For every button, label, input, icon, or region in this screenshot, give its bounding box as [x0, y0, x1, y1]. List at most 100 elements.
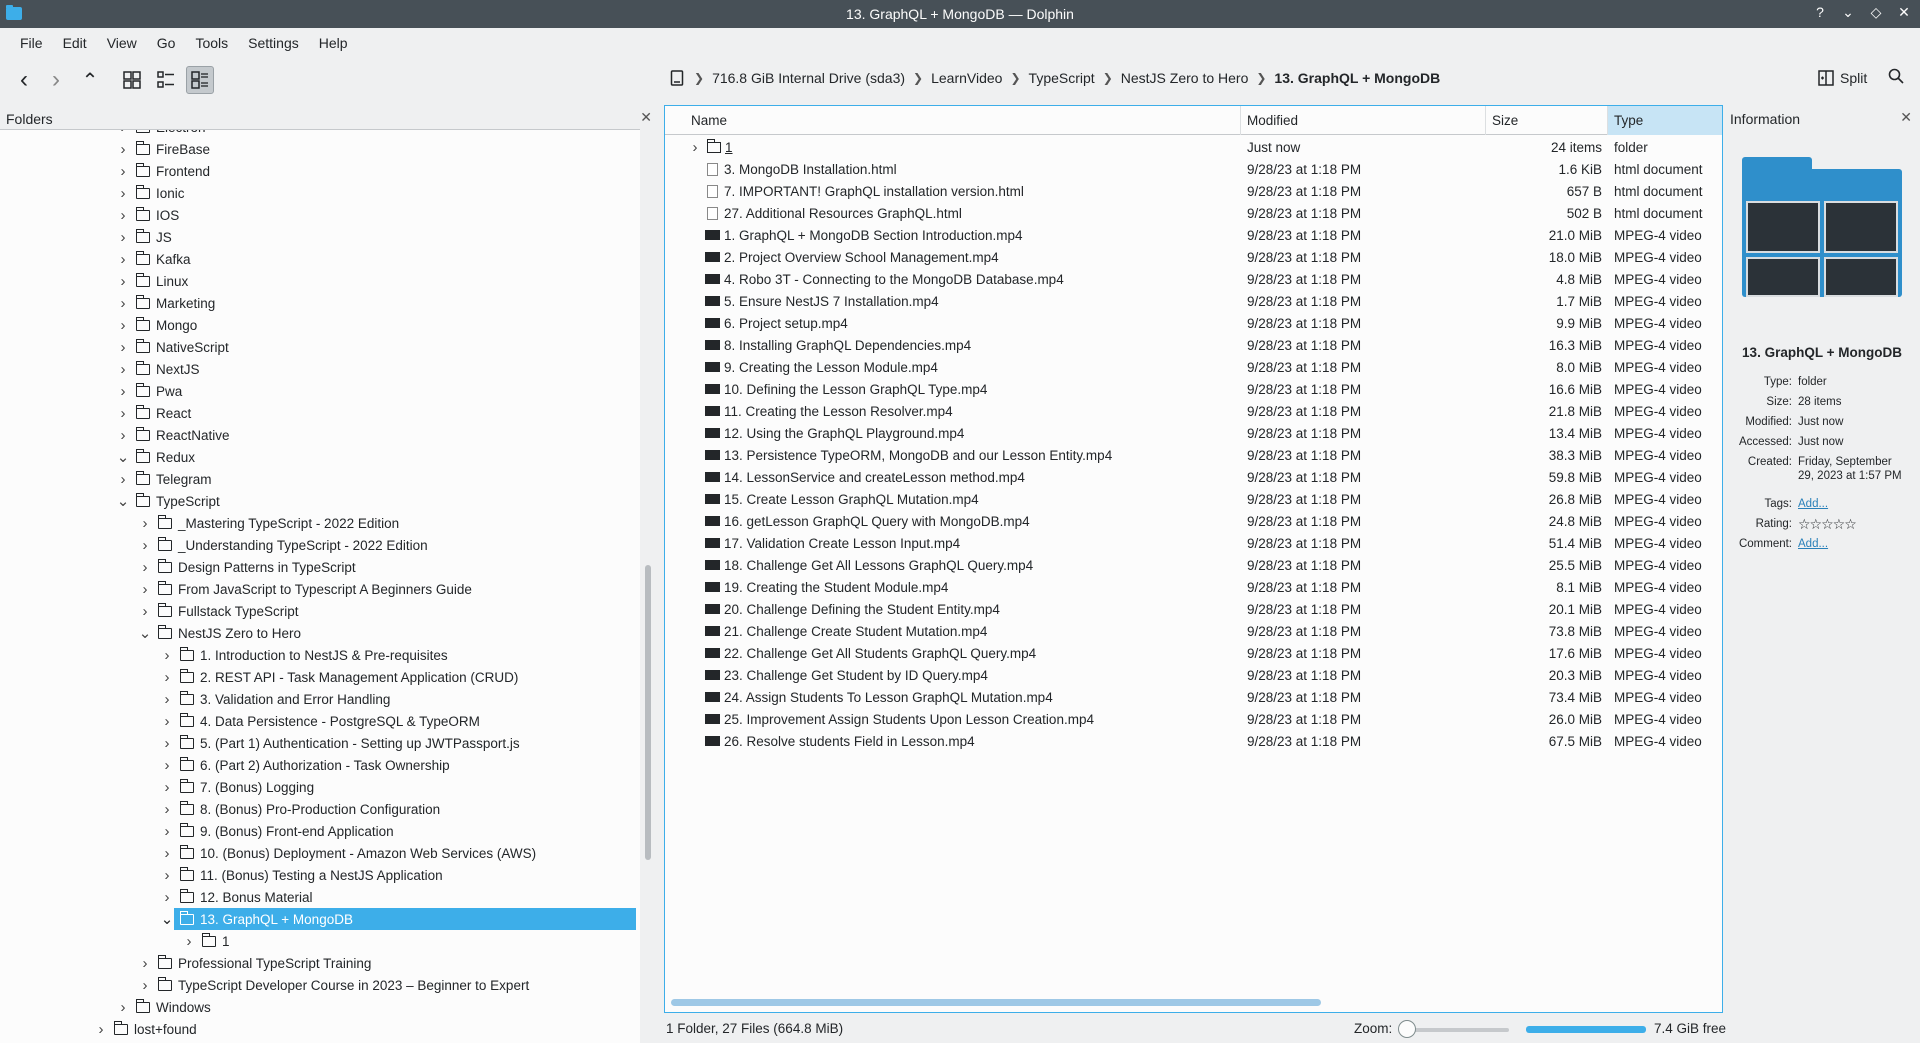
tree-item[interactable]: › Fullstack TypeScript: [0, 600, 640, 622]
chevron-right-icon[interactable]: ›: [160, 779, 174, 796]
tree-item[interactable]: › _Mastering TypeScript - 2022 Edition: [0, 512, 640, 534]
chevron-down-icon[interactable]: ⌄: [160, 910, 174, 928]
back-button[interactable]: ‹: [10, 66, 38, 94]
chevron-right-icon[interactable]: ›: [160, 713, 174, 730]
menu-help[interactable]: Help: [309, 35, 358, 51]
chevron-right-icon[interactable]: ›: [687, 139, 703, 156]
column-modified[interactable]: Modified: [1241, 106, 1486, 135]
file-row[interactable]: 26. Resolve students Field in Lesson.mp4…: [665, 730, 1722, 752]
tree-item[interactable]: › 12. Bonus Material: [0, 886, 640, 908]
zoom-slider-handle[interactable]: [1398, 1020, 1416, 1038]
tree-item[interactable]: › 1: [0, 930, 640, 952]
file-row[interactable]: 2. Project Overview School Management.mp…: [665, 246, 1722, 268]
menu-tools[interactable]: Tools: [185, 35, 238, 51]
tree-item[interactable]: › Windows: [0, 996, 640, 1018]
file-row[interactable]: 13. Persistence TypeORM, MongoDB and our…: [665, 444, 1722, 466]
chevron-right-icon[interactable]: ›: [160, 757, 174, 774]
chevron-right-icon[interactable]: ›: [116, 383, 130, 400]
chevron-right-icon[interactable]: ›: [160, 691, 174, 708]
menu-view[interactable]: View: [97, 35, 147, 51]
chevron-right-icon[interactable]: ›: [138, 581, 152, 598]
tree-item[interactable]: › _Understanding TypeScript - 2022 Editio…: [0, 534, 640, 556]
file-row[interactable]: 16. getLesson GraphQL Query with MongoDB…: [665, 510, 1722, 532]
chevron-right-icon[interactable]: ›: [116, 427, 130, 444]
icons-view-button[interactable]: [118, 66, 146, 94]
tree-item[interactable]: › 11. (Bonus) Testing a NestJS Applicatio…: [0, 864, 640, 886]
chevron-right-icon[interactable]: ›: [116, 361, 130, 378]
chevron-right-icon[interactable]: ›: [116, 471, 130, 488]
chevron-right-icon[interactable]: ›: [160, 735, 174, 752]
tree-item[interactable]: › 6. (Part 2) Authorization - Task Owners…: [0, 754, 640, 776]
file-row[interactable]: 21. Challenge Create Student Mutation.mp…: [665, 620, 1722, 642]
file-row[interactable]: 20. Challenge Defining the Student Entit…: [665, 598, 1722, 620]
close-icon[interactable]: ✕: [640, 109, 652, 126]
breadcrumb-typescript[interactable]: TypeScript: [1021, 70, 1103, 86]
file-row[interactable]: 23. Challenge Get Student by ID Query.mp…: [665, 664, 1722, 686]
tree-item[interactable]: › Electron: [0, 130, 640, 138]
menu-file[interactable]: File: [10, 35, 53, 51]
tree-item[interactable]: › TypeScript Developer Course in 2023 – B…: [0, 974, 640, 996]
breadcrumb-current[interactable]: 13. GraphQL + MongoDB: [1266, 70, 1448, 86]
tree-item[interactable]: › JS: [0, 226, 640, 248]
tree-item[interactable]: › Ionic: [0, 182, 640, 204]
file-row[interactable]: 5. Ensure NestJS 7 Installation.mp4 9/28/…: [665, 290, 1722, 312]
folder-tree[interactable]: › Electron › FireBase › Frontend › Ionic › IOS › JS…: [0, 129, 640, 1043]
file-row[interactable]: 19. Creating the Student Module.mp4 9/28/…: [665, 576, 1722, 598]
file-row[interactable]: 24. Assign Students To Lesson GraphQL Mu…: [665, 686, 1722, 708]
chevron-right-icon[interactable]: ›: [116, 229, 130, 246]
chevron-right-icon[interactable]: ›: [116, 207, 130, 224]
chevron-right-icon[interactable]: ›: [116, 185, 130, 202]
split-button[interactable]: Split: [1818, 70, 1867, 86]
chevron-down-icon[interactable]: ⌄: [116, 448, 130, 466]
chevron-right-icon[interactable]: ›: [116, 295, 130, 312]
chevron-right-icon[interactable]: ›: [160, 801, 174, 818]
file-row[interactable]: 27. Additional Resources GraphQL.html 9/2…: [665, 202, 1722, 224]
file-row[interactable]: 22. Challenge Get All Students GraphQL Q…: [665, 642, 1722, 664]
chevron-down-icon[interactable]: ⌄: [116, 492, 130, 510]
chevron-right-icon[interactable]: ›: [160, 669, 174, 686]
breadcrumb-drive[interactable]: 716.8 GiB Internal Drive (sda3): [704, 70, 913, 86]
menu-edit[interactable]: Edit: [53, 35, 97, 51]
up-button[interactable]: ⌃: [76, 66, 104, 94]
tree-item[interactable]: › 10. (Bonus) Deployment - Amazon Web Ser…: [0, 842, 640, 864]
tree-item[interactable]: › Professional TypeScript Training: [0, 952, 640, 974]
tree-item[interactable]: › 3. Validation and Error Handling: [0, 688, 640, 710]
search-button[interactable]: [1888, 68, 1904, 89]
file-row[interactable]: 14. LessonService and createLesson metho…: [665, 466, 1722, 488]
tree-item[interactable]: › NextJS: [0, 358, 640, 380]
chevron-right-icon[interactable]: ›: [116, 251, 130, 268]
file-row[interactable]: 25. Improvement Assign Students Upon Les…: [665, 708, 1722, 730]
maximize-icon[interactable]: ◇: [1868, 4, 1884, 21]
tree-item[interactable]: › 5. (Part 1) Authentication - Setting up…: [0, 732, 640, 754]
column-type[interactable]: Type: [1608, 106, 1722, 135]
file-row[interactable]: 9. Creating the Lesson Module.mp4 9/28/23…: [665, 356, 1722, 378]
chevron-right-icon[interactable]: ›: [116, 130, 130, 136]
tree-item[interactable]: ⌄ Redux: [0, 446, 640, 468]
chevron-right-icon[interactable]: ›: [138, 977, 152, 994]
info-add-link[interactable]: Add...: [1798, 537, 1908, 551]
file-row[interactable]: 6. Project setup.mp4 9/28/23 at 1:18 PM 9.…: [665, 312, 1722, 334]
details-view-button[interactable]: [186, 66, 214, 94]
tree-item[interactable]: › Marketing: [0, 292, 640, 314]
chevron-right-icon[interactable]: ›: [138, 603, 152, 620]
file-row[interactable]: 10. Defining the Lesson GraphQL Type.mp4…: [665, 378, 1722, 400]
file-row[interactable]: 18. Challenge Get All Lessons GraphQL Qu…: [665, 554, 1722, 576]
horizontal-scrollbar[interactable]: [671, 999, 1321, 1006]
file-row[interactable]: 4. Robo 3T - Connecting to the MongoDB D…: [665, 268, 1722, 290]
tree-item[interactable]: › IOS: [0, 204, 640, 226]
file-row[interactable]: 12. Using the GraphQL Playground.mp4 9/28…: [665, 422, 1722, 444]
chevron-right-icon[interactable]: ›: [116, 999, 130, 1016]
tree-item[interactable]: ⌄ NestJS Zero to Hero: [0, 622, 640, 644]
close-window-icon[interactable]: ✕: [1896, 4, 1912, 21]
minimize-icon[interactable]: ⌄: [1840, 4, 1856, 21]
chevron-right-icon[interactable]: ›: [116, 273, 130, 290]
tree-item[interactable]: › Frontend: [0, 160, 640, 182]
chevron-right-icon[interactable]: ›: [116, 339, 130, 356]
column-name[interactable]: Name: [665, 106, 1241, 135]
chevron-right-icon[interactable]: ›: [116, 317, 130, 334]
file-row[interactable]: 3. MongoDB Installation.html 9/28/23 at 1…: [665, 158, 1722, 180]
tree-item[interactable]: › From JavaScript to Typescript A Beginne…: [0, 578, 640, 600]
tree-item[interactable]: › NativeScript: [0, 336, 640, 358]
breadcrumb-nestjs[interactable]: NestJS Zero to Hero: [1113, 70, 1257, 86]
chevron-right-icon[interactable]: ›: [94, 1021, 108, 1038]
